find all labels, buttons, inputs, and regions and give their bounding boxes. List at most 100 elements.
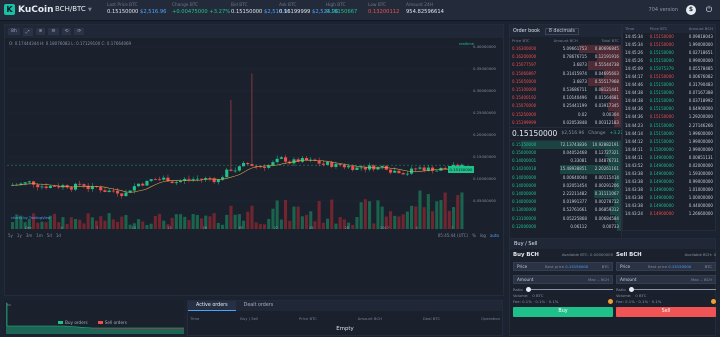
- buy-order-row[interactable]: 0.14200018 15.48938851 2.20261161: [510, 165, 621, 174]
- sell-order-row[interactable]: 0.15077597 3.6873 0.55544738: [510, 61, 621, 70]
- tab-dealt-orders[interactable]: Dealt orders: [236, 301, 282, 311]
- sell-amount-input[interactable]: Amount Max -- BCH: [616, 275, 716, 284]
- sell-heading-row: Sell BCH Available BCH: 0: [616, 252, 716, 258]
- moving-average-line: [12, 159, 462, 193]
- volume-bar: [372, 223, 376, 229]
- range-button[interactable]: 3m: [26, 233, 32, 238]
- range-button[interactable]: 1d: [56, 233, 61, 238]
- chart-tool-button[interactable]: ⤢: [22, 27, 33, 36]
- buy-order-row[interactable]: 0.14000000 0.02051454 0.00291206: [510, 181, 621, 190]
- trade-a: 1.59300000: [688, 170, 713, 176]
- volume-bar: [120, 216, 124, 229]
- candle-body: [53, 186, 57, 187]
- kucoin-logo[interactable]: K KuCoin: [4, 4, 54, 15]
- buy-order-row[interactable]: 0.14000000 0.01991377 0.00278712: [510, 198, 621, 207]
- depth-legend: Buy orders Sell orders: [58, 320, 127, 325]
- volume-bar: [355, 217, 359, 229]
- buy-order-row[interactable]: 0.14000001 0.33081 0.04876731: [510, 157, 621, 166]
- order-t: 2.20261161: [594, 166, 619, 172]
- chart-scale-option[interactable]: %: [472, 233, 476, 238]
- chart-tool-button[interactable]: ⟲: [61, 28, 72, 35]
- user-label[interactable]: 704 version: [649, 7, 678, 13]
- buy-order-row[interactable]: 0.13000000 0.52761661 0.06859312: [510, 206, 621, 215]
- trade-row: 14:44:46 0.15150000 0.31790483: [623, 81, 715, 89]
- trade-t: 14:43:38: [625, 186, 643, 192]
- trade-p: 0.15150000: [649, 90, 674, 96]
- buy-order-row[interactable]: 0.14000000 2.22211482 0.31111067: [510, 190, 621, 199]
- chart-tool-button[interactable]: 8h: [8, 28, 20, 35]
- sell-order-row[interactable]: 0.16300000 5.09661753 0.80696845: [510, 45, 621, 54]
- stat-value: +0.00475000 +3.27%: [172, 9, 230, 16]
- buy-button[interactable]: Buy: [513, 307, 613, 317]
- sell-ratio-slider[interactable]: [628, 287, 716, 292]
- range-button[interactable]: 1m: [36, 233, 42, 238]
- buy-amount-input[interactable]: Amount Max -- BCH: [513, 275, 613, 284]
- price-label: Price: [517, 264, 528, 269]
- trade-row: 14:44:11 0.15000000 2.99000000: [623, 146, 715, 154]
- candle-body: [103, 190, 107, 193]
- order-p: 0.16200000: [512, 54, 537, 60]
- buy-ratio-slider[interactable]: [525, 287, 613, 292]
- slider-knob[interactable]: [525, 287, 531, 292]
- sell-order-row[interactable]: 0.15070000 0.25441199 0.03917345: [510, 102, 621, 111]
- chart-scale-option[interactable]: auto: [490, 233, 499, 238]
- sell-order-row[interactable]: 0.15400192 0.10140496 0.01564681: [510, 94, 621, 103]
- sell-price-input[interactable]: Price Best price 0.15150000 BTC: [616, 262, 716, 271]
- trade-p: 0.15000000: [649, 146, 674, 152]
- tradingview-watermark[interactable]: charts by TradingView: [11, 216, 51, 220]
- buy-form: Buy BCH Available BTC: 0.00000005 Price Bes…: [513, 252, 613, 317]
- slider-knob[interactable]: [628, 287, 634, 292]
- fee-discount-icon[interactable]: [711, 299, 716, 304]
- order-t: 0.04695603: [594, 70, 619, 76]
- order-t: 10.92882191: [592, 141, 619, 147]
- pair-selector[interactable]: BCH/BTC ▼: [55, 5, 92, 13]
- chart-scale-option[interactable]: log: [480, 233, 486, 238]
- sell-button[interactable]: Sell: [616, 307, 716, 317]
- depth-chart[interactable]: 69: [4, 300, 184, 334]
- chart-tool-button[interactable]: ⊕: [35, 28, 46, 35]
- sell-order-row[interactable]: 0.15199999 0.02053848 0.00312183: [510, 118, 621, 127]
- range-button[interactable]: 5y: [8, 233, 13, 238]
- volume-bar: [284, 199, 288, 229]
- buy-order-row[interactable]: 0.13100000 0.05225868 0.00684584: [510, 214, 621, 223]
- legend-sell: Sell orders: [97, 320, 127, 325]
- range-button[interactable]: 5d: [47, 233, 52, 238]
- decimals-select[interactable]: 8 decimals: [544, 27, 579, 35]
- chart-tool-button[interactable]: ⚙: [48, 28, 59, 35]
- buy-order-row[interactable]: 0.15000000 0.04052468 0.12727321: [510, 149, 621, 158]
- volume-bar: [69, 217, 73, 229]
- sell-order-row[interactable]: 0.16200000 0.78676715 0.12191916: [510, 53, 621, 62]
- buy-price-input[interactable]: Price Best price 0.15150000 BTC: [513, 262, 613, 271]
- order-p: 0.16300000: [512, 46, 537, 51]
- order-a: 3.6873: [572, 62, 587, 68]
- volume-bar: [418, 190, 422, 229]
- sell-order-row[interactable]: 0.15250000 0.02 0.00304: [510, 110, 621, 119]
- candle-body: [200, 178, 204, 180]
- settings-icon[interactable]: $: [686, 5, 696, 15]
- sell-order-row[interactable]: 0.15050000 3.6873 0.55517968: [510, 77, 621, 86]
- trade-row: 14:43:38 0.14900000 1.01000000: [623, 186, 715, 194]
- sell-order-row[interactable]: 0.15060897 0.31415974 0.04695603: [510, 69, 621, 78]
- power-icon[interactable]: ⏻: [704, 5, 714, 15]
- volume-bar: [258, 224, 262, 229]
- buy-order-row[interactable]: 0.12000000 0.06112 0.00733: [510, 222, 621, 231]
- range-button[interactable]: 1y: [17, 233, 22, 238]
- buy-order-row[interactable]: 0.15150000 72.13743836 10.92882191: [510, 140, 621, 150]
- y-tick-label: 0.10000000: [473, 176, 496, 181]
- trade-row: 14:43:24 0.14900000 1.26660000: [623, 210, 715, 218]
- fee-discount-icon[interactable]: [608, 299, 613, 304]
- trade-t: 14:43:38: [625, 170, 643, 176]
- best-price-value[interactable]: 0.15150000: [565, 264, 588, 269]
- order-t: 0.31111067: [594, 191, 619, 196]
- tab-active-orders[interactable]: Active orders: [188, 301, 236, 311]
- candle-body: [237, 166, 241, 171]
- candlestick-chart[interactable]: [7, 39, 471, 229]
- candle-body: [158, 179, 162, 181]
- buy-order-row[interactable]: 0.14000000 0.00640044 0.00115414: [510, 173, 621, 182]
- chart-tool-button[interactable]: ⟳: [74, 28, 85, 35]
- trade-t: 14:44:36: [625, 106, 643, 112]
- candle-body: [300, 158, 304, 162]
- best-price-value[interactable]: 0.15150000: [668, 264, 691, 269]
- sell-order-row[interactable]: 0.15100000 0.53686711 0.08121441: [510, 85, 621, 95]
- volume-bar: [174, 214, 178, 229]
